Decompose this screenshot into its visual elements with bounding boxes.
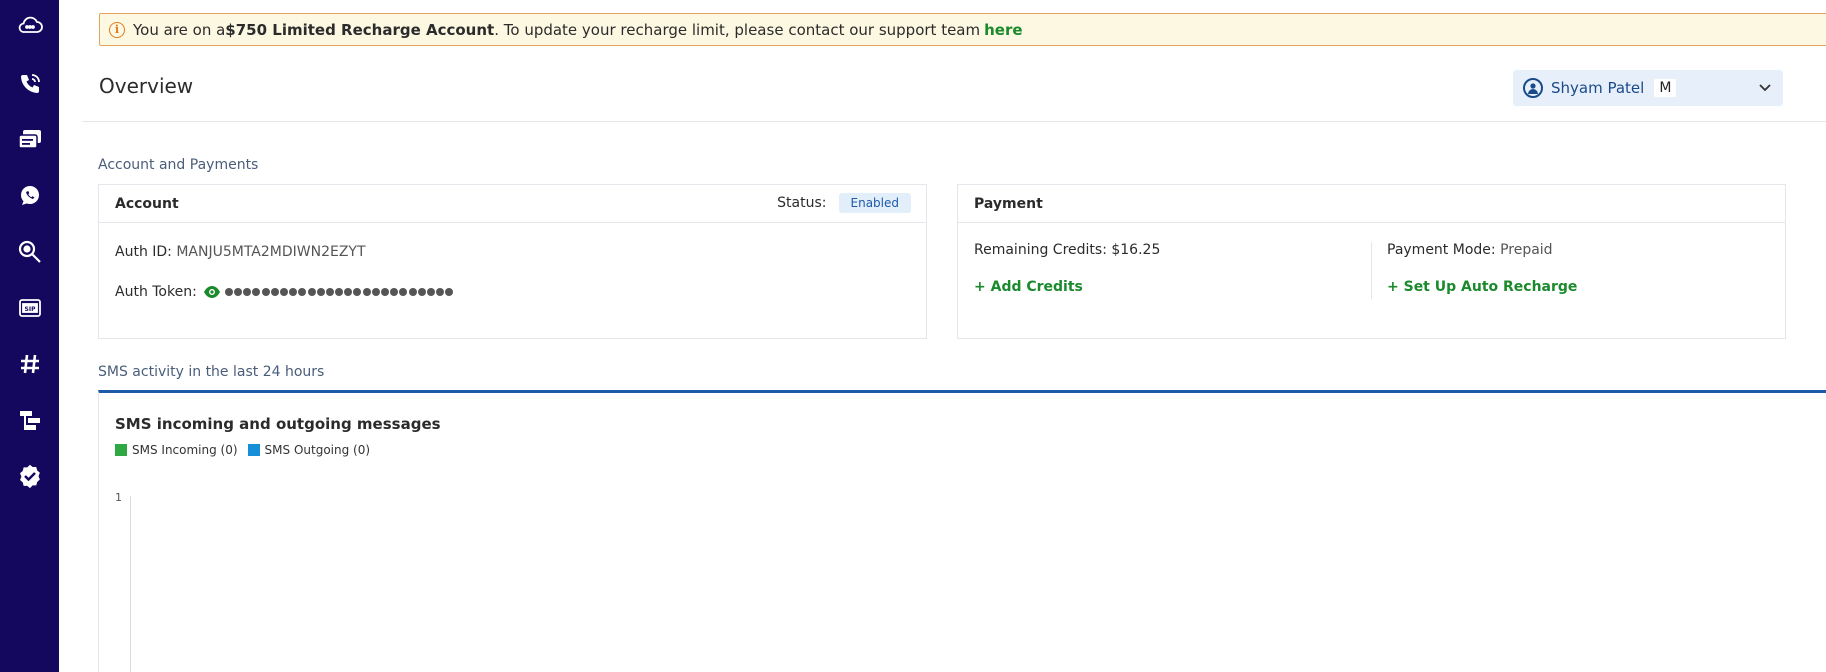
phone-icon[interactable] [14, 68, 46, 100]
y-tick-label: 1 [115, 491, 122, 504]
main-content: i You are on a $750 Limited Recharge Acc… [59, 0, 1826, 672]
user-initial: M [1654, 79, 1677, 97]
cloud-icon[interactable] [14, 10, 46, 42]
account-heading: Account [115, 195, 179, 212]
auto-recharge-link[interactable]: + Set Up Auto Recharge [1387, 279, 1577, 295]
payment-mode-value: Prepaid [1500, 242, 1553, 258]
chart-legend: SMS Incoming (0) SMS Outgoing (0) [115, 443, 380, 457]
auth-token-label: Auth Token: [115, 284, 197, 300]
messages-icon[interactable] [14, 124, 46, 156]
legend-swatch-incoming [115, 444, 127, 456]
payment-mode-label: Payment Mode: [1387, 242, 1496, 258]
remaining-credits-value: $16.25 [1111, 242, 1161, 258]
user-avatar-icon [1523, 78, 1543, 98]
user-account-dropdown[interactable]: Shyam Patel M [1513, 70, 1783, 106]
account-card-header: Account Status: Enabled [99, 185, 926, 223]
payment-heading: Payment [974, 195, 1043, 212]
chart-title: SMS incoming and outgoing messages [115, 415, 441, 433]
sidebar: SIP [0, 0, 59, 672]
svg-text:SIP: SIP [25, 306, 37, 313]
header-divider [82, 121, 1826, 122]
sms-section-title: SMS activity in the last 24 hours [98, 364, 325, 380]
verify-icon[interactable] [14, 460, 46, 492]
banner-prefix: You are on a [133, 20, 226, 39]
payment-card: Payment Remaining Credits: $16.25 + Add … [957, 184, 1786, 339]
masked-auth-token [224, 288, 455, 296]
page-title: Overview [99, 74, 194, 98]
banner-suffix: . To update your recharge limit, please … [494, 20, 981, 39]
user-name: Shyam Patel [1551, 79, 1645, 97]
support-link[interactable]: here [984, 21, 1022, 39]
legend-label-incoming: SMS Incoming (0) [132, 443, 238, 457]
account-card: Account Status: Enabled Auth ID: MANJU5M… [98, 184, 927, 339]
remaining-credits-label: Remaining Credits: [974, 242, 1107, 258]
sip-icon[interactable]: SIP [14, 292, 46, 324]
info-icon: i [109, 21, 125, 38]
legend-item-incoming[interactable]: SMS Incoming (0) [115, 443, 238, 457]
payment-mode-row: Payment Mode: Prepaid [1387, 242, 1553, 258]
payment-card-header: Payment [958, 185, 1785, 223]
eye-icon[interactable] [203, 285, 221, 299]
status-label: Status: [777, 195, 827, 211]
lookup-icon[interactable] [14, 236, 46, 268]
flow-icon[interactable] [14, 404, 46, 436]
recharge-limit-banner: i You are on a $750 Limited Recharge Acc… [99, 13, 1826, 46]
remaining-credits-row: Remaining Credits: $16.25 [974, 242, 1160, 258]
auth-id-row: Auth ID: MANJU5MTA2MDIWN2EZYT [115, 244, 366, 260]
auth-id-value[interactable]: MANJU5MTA2MDIWN2EZYT [176, 244, 365, 260]
legend-swatch-outgoing [247, 444, 260, 456]
hashtag-icon[interactable] [14, 348, 46, 380]
whatsapp-icon[interactable] [14, 180, 46, 212]
auth-id-label: Auth ID: [115, 244, 172, 260]
status-wrap: Status: Enabled [777, 193, 911, 213]
legend-label-outgoing: SMS Outgoing (0) [264, 443, 371, 457]
y-axis [130, 496, 131, 672]
legend-item-outgoing[interactable]: SMS Outgoing (0) [247, 443, 371, 457]
auth-token-row: Auth Token: [115, 284, 455, 300]
sms-chart-card: SMS incoming and outgoing messages SMS I… [98, 390, 1826, 672]
status-badge: Enabled [838, 193, 911, 213]
banner-account-type: $750 Limited Recharge Account [225, 20, 495, 39]
payment-divider [1371, 242, 1372, 299]
add-credits-link[interactable]: + Add Credits [974, 279, 1083, 295]
account-section-title: Account and Payments [98, 157, 259, 173]
chevron-down-icon [1759, 84, 1771, 92]
